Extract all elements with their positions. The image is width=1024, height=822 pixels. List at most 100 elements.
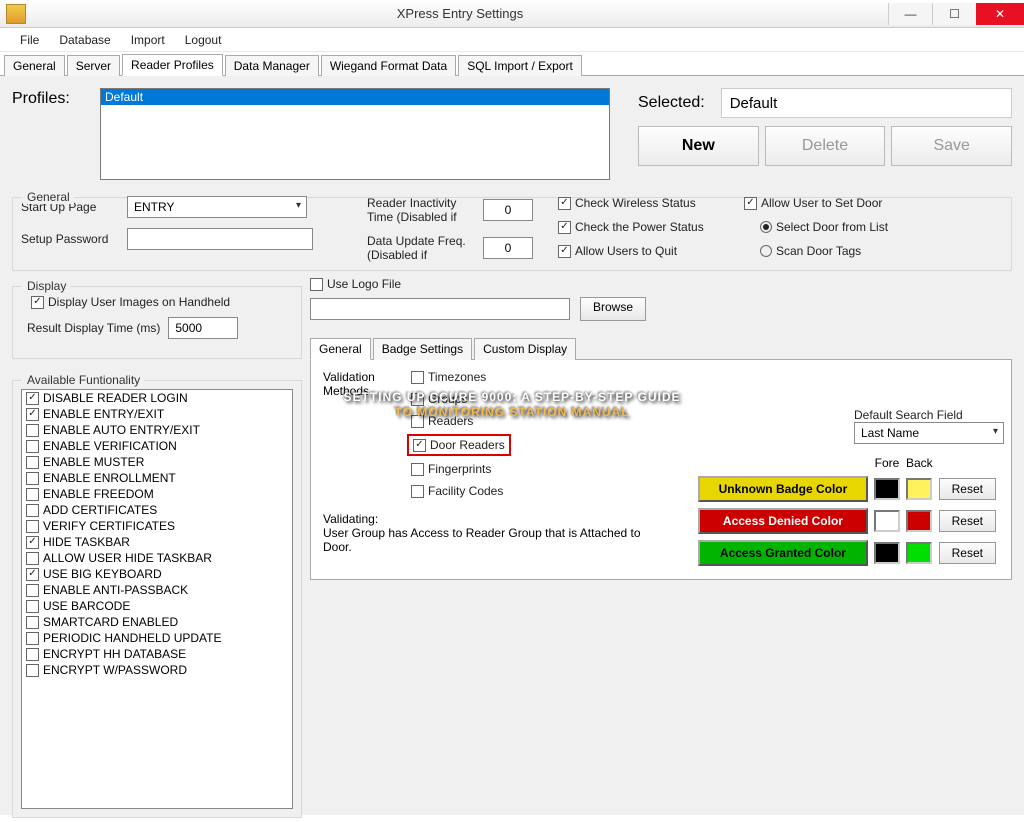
functionality-checkbox[interactable] [26, 600, 39, 613]
default-search-label: Default Search Field [854, 408, 1004, 422]
functionality-item-label: ENABLE ENTRY/EXIT [43, 407, 164, 421]
subtab-general[interactable]: General [310, 338, 371, 360]
functionality-item[interactable]: ENCRYPT W/PASSWORD [22, 662, 292, 678]
startup-page-combo[interactable]: ENTRY [127, 196, 307, 218]
functionality-item[interactable]: ENABLE MUSTER [22, 454, 292, 470]
functionality-checkbox[interactable] [26, 424, 39, 437]
profiles-listbox[interactable]: Default [100, 88, 610, 180]
functionality-item[interactable]: HIDE TASKBAR [22, 534, 292, 550]
functionality-checkbox[interactable] [26, 536, 39, 549]
back-swatch[interactable] [906, 542, 932, 564]
setup-password-input[interactable] [127, 228, 313, 250]
validation-method-checkbox[interactable] [411, 371, 424, 384]
default-search-combo[interactable]: Last Name [854, 422, 1004, 444]
functionality-checkbox[interactable] [26, 568, 39, 581]
functionality-item[interactable]: ADD CERTIFICATES [22, 502, 292, 518]
functionality-checkbox[interactable] [26, 472, 39, 485]
functionality-checkbox[interactable] [26, 504, 39, 517]
select-door-radio[interactable] [760, 221, 772, 233]
scan-door-label: Scan Door Tags [776, 244, 861, 258]
scan-door-radio[interactable] [760, 245, 772, 257]
functionality-item[interactable]: DISABLE READER LOGIN [22, 390, 292, 406]
reset-button[interactable]: Reset [939, 478, 996, 500]
color-block: ForeBack Unknown Badge ColorResetAccess … [693, 451, 1001, 571]
maximize-button[interactable]: ☐ [932, 3, 976, 25]
logo-path-input[interactable] [310, 298, 570, 320]
functionality-checkbox[interactable] [26, 520, 39, 533]
minimize-button[interactable]: — [888, 3, 932, 25]
data-update-input[interactable] [483, 237, 533, 259]
validation-method-checkbox[interactable] [411, 463, 424, 476]
menu-logout[interactable]: Logout [175, 30, 232, 50]
functionality-item[interactable]: ENABLE AUTO ENTRY/EXIT [22, 422, 292, 438]
result-time-input[interactable] [168, 317, 238, 339]
functionality-checkbox[interactable] [26, 584, 39, 597]
functionality-checkbox[interactable] [26, 552, 39, 565]
functionality-item[interactable]: ENABLE ENROLLMENT [22, 470, 292, 486]
fore-swatch[interactable] [874, 478, 900, 500]
functionality-item[interactable]: USE BARCODE [22, 598, 292, 614]
selected-profile-input[interactable] [721, 88, 1012, 118]
menu-file[interactable]: File [6, 30, 49, 50]
functionality-checkbox[interactable] [26, 632, 39, 645]
tab-reader-profiles[interactable]: Reader Profiles [122, 54, 223, 76]
functionality-checkbox[interactable] [26, 488, 39, 501]
functionality-item[interactable]: ENABLE FREEDOM [22, 486, 292, 502]
functionality-checkbox[interactable] [26, 616, 39, 629]
validation-methods-label: Validation Methods [323, 370, 393, 498]
delete-button[interactable]: Delete [765, 126, 886, 166]
functionality-list[interactable]: DISABLE READER LOGINENABLE ENTRY/EXITENA… [21, 389, 293, 809]
reader-inactivity-input[interactable] [483, 199, 533, 221]
subtab-custom-display[interactable]: Custom Display [474, 338, 576, 360]
validation-method-row: Facility Codes [411, 484, 507, 498]
functionality-item[interactable]: USE BIG KEYBOARD [22, 566, 292, 582]
tab-data-manager[interactable]: Data Manager [225, 55, 319, 76]
display-images-checkbox[interactable] [31, 296, 44, 309]
fore-swatch[interactable] [874, 510, 900, 532]
menu-database[interactable]: Database [49, 30, 120, 50]
allow-quit-checkbox[interactable] [558, 245, 571, 258]
use-logo-checkbox[interactable] [310, 278, 323, 291]
validation-method-label: Readers [428, 414, 473, 428]
subtab-badge-settings[interactable]: Badge Settings [373, 338, 472, 360]
functionality-item[interactable]: ENABLE ENTRY/EXIT [22, 406, 292, 422]
functionality-checkbox[interactable] [26, 440, 39, 453]
allow-set-door-checkbox[interactable] [744, 197, 757, 210]
tab-general[interactable]: General [4, 55, 65, 76]
functionality-item[interactable]: VERIFY CERTIFICATES [22, 518, 292, 534]
functionality-item[interactable]: ENABLE ANTI-PASSBACK [22, 582, 292, 598]
validation-method-checkbox[interactable] [411, 485, 424, 498]
tab-wiegand-format-data[interactable]: Wiegand Format Data [321, 55, 456, 76]
validation-method-checkbox[interactable] [411, 393, 424, 406]
functionality-item[interactable]: PERIODIC HANDHELD UPDATE [22, 630, 292, 646]
reset-button[interactable]: Reset [939, 510, 996, 532]
check-wireless-checkbox[interactable] [558, 197, 571, 210]
functionality-item-label: ENABLE FREEDOM [43, 487, 154, 501]
functionality-item[interactable]: ENCRYPT HH DATABASE [22, 646, 292, 662]
functionality-checkbox[interactable] [26, 456, 39, 469]
validation-method-checkbox[interactable] [411, 415, 424, 428]
functionality-item[interactable]: ENABLE VERIFICATION [22, 438, 292, 454]
menu-import[interactable]: Import [121, 30, 175, 50]
functionality-item[interactable]: SMARTCARD ENABLED [22, 614, 292, 630]
check-power-checkbox[interactable] [558, 221, 571, 234]
use-logo-label: Use Logo File [327, 277, 401, 291]
functionality-checkbox[interactable] [26, 392, 39, 405]
functionality-checkbox[interactable] [26, 408, 39, 421]
save-button[interactable]: Save [891, 126, 1012, 166]
tab-server[interactable]: Server [67, 55, 120, 76]
close-button[interactable]: ✕ [976, 3, 1024, 25]
tab-sql-import-export[interactable]: SQL Import / Export [458, 55, 582, 76]
functionality-checkbox[interactable] [26, 648, 39, 661]
functionality-checkbox[interactable] [26, 664, 39, 677]
functionality-item[interactable]: ALLOW USER HIDE TASKBAR [22, 550, 292, 566]
validation-method-checkbox[interactable] [413, 439, 426, 452]
back-swatch[interactable] [906, 478, 932, 500]
new-button[interactable]: New [638, 126, 759, 166]
browse-button[interactable]: Browse [580, 297, 646, 321]
fore-swatch[interactable] [874, 542, 900, 564]
reset-button[interactable]: Reset [939, 542, 996, 564]
back-swatch[interactable] [906, 510, 932, 532]
check-wireless-label: Check Wireless Status [575, 196, 696, 210]
profiles-list-item[interactable]: Default [101, 89, 609, 105]
